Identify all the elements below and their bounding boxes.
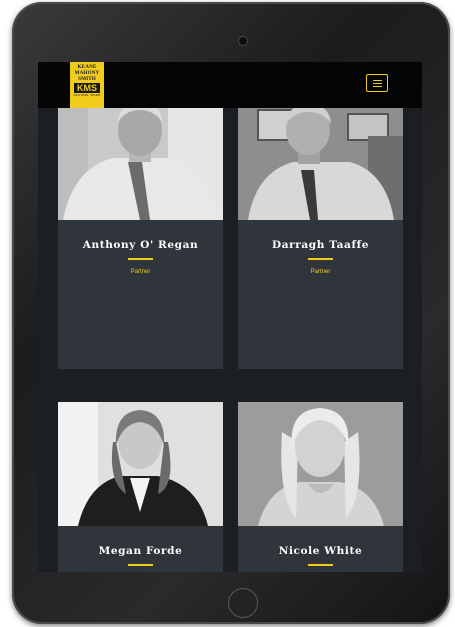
logo-tagline: SOLICITORS · NOTARY <box>73 94 101 97</box>
brand-logo[interactable]: KEANE MAHONY SMITH KMS SOLICITORS · NOTA… <box>70 62 104 108</box>
team-photo <box>238 402 403 526</box>
name-underline <box>128 564 153 566</box>
team-member-name[interactable]: Megan Forde <box>58 545 223 557</box>
team-card[interactable]: Megan Forde <box>58 402 223 572</box>
team-card[interactable]: Darragh Taaffe Partner <box>238 96 403 369</box>
team-member-name[interactable]: Darragh Taaffe <box>238 239 403 251</box>
team-photo <box>238 96 403 220</box>
name-underline <box>128 258 153 260</box>
team-member-role: Partner <box>310 269 331 275</box>
team-photo <box>58 96 223 220</box>
team-card[interactable]: Anthony O' Regan Partner <box>58 96 223 369</box>
logo-line: SMITH <box>78 76 96 82</box>
navbar: KEANE MAHONY SMITH KMS SOLICITORS · NOTA… <box>38 62 422 108</box>
name-underline <box>308 258 333 260</box>
team-card[interactable]: Nicole White <box>238 402 403 572</box>
team-photo <box>58 402 223 526</box>
team-member-name[interactable]: Anthony O' Regan <box>58 239 223 251</box>
hamburger-icon <box>372 79 382 87</box>
home-button[interactable] <box>228 588 258 618</box>
menu-toggle-button[interactable] <box>366 74 388 92</box>
team-member-role: Partner <box>130 269 151 275</box>
camera-icon <box>238 36 248 46</box>
name-underline <box>308 564 333 566</box>
team-member-name[interactable]: Nicole White <box>238 545 403 557</box>
logo-mark: KMS <box>74 83 100 93</box>
screen: Anthony O' Regan Partner Darragh Taaffe … <box>38 62 422 572</box>
